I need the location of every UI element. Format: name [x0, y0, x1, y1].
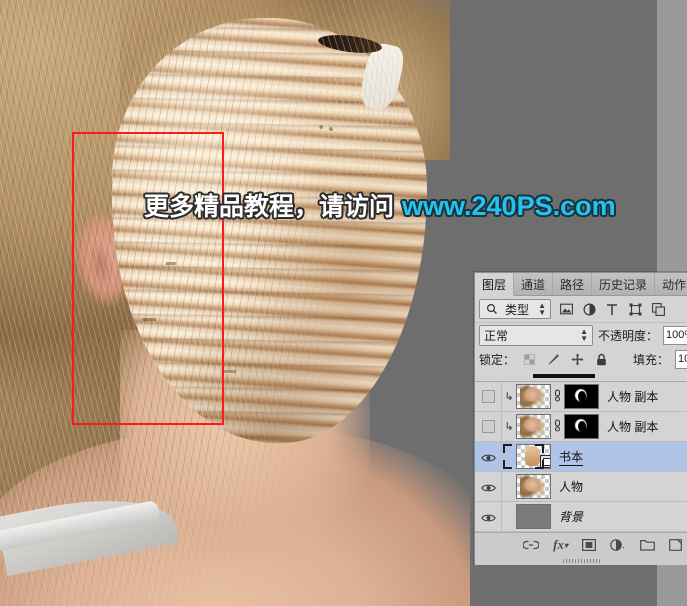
new-group-icon[interactable]	[640, 539, 655, 551]
visibility-cell[interactable]	[475, 382, 502, 411]
layer-name[interactable]: 背景	[559, 508, 583, 525]
eye-on-icon[interactable]	[480, 452, 496, 462]
table-row[interactable]: ↳ 人物 副本	[475, 412, 687, 442]
thumbnail-content	[520, 475, 544, 498]
brush-lock-icon[interactable]	[545, 352, 561, 368]
visibility-cell[interactable]	[475, 412, 502, 441]
panel-resize-grip[interactable]	[475, 557, 687, 565]
thumbnail-content	[520, 385, 544, 408]
layer-thumbnail[interactable]	[516, 444, 551, 469]
image-icon[interactable]	[558, 301, 574, 317]
layer-thumbnail[interactable]	[516, 474, 551, 499]
mask-hole	[578, 421, 586, 432]
link-icon[interactable]	[551, 388, 564, 405]
search-icon	[484, 301, 500, 317]
watermark-chinese-text: 更多精品教程，请访问	[144, 193, 395, 221]
new-layer-icon[interactable]	[669, 539, 682, 551]
tab-history[interactable]: 历史记录	[592, 273, 656, 295]
add-mask-icon[interactable]	[582, 539, 596, 551]
watermark-url: www.240PS.com	[402, 191, 616, 221]
layer-list: ↳ 人物 副本 ↳ 人物 副本 书本 人物 背景	[475, 382, 687, 532]
fx-label: fx	[553, 537, 564, 552]
fill-input[interactable]: 100%	[675, 350, 687, 369]
watermark: 更多精品教程，请访问 www.240PS.com	[144, 193, 616, 220]
tab-channels[interactable]: 通道	[514, 273, 554, 295]
layers-panel: 图层 通道 路径 历史记录 动作 类型 ▲ ▼ 正常 ▲ ▼ 不透明度： 100…	[474, 272, 687, 565]
all-lock-icon[interactable]	[593, 352, 609, 368]
mask-hole	[578, 391, 586, 402]
panel-separator[interactable]	[475, 372, 687, 382]
eye-off-icon[interactable]	[481, 420, 495, 433]
shape-icon[interactable]	[627, 301, 643, 317]
eye-on-icon[interactable]	[480, 512, 496, 522]
fill-label: 填充：	[633, 353, 670, 367]
layer-thumbnail[interactable]	[516, 384, 551, 409]
layer-mask-thumbnail[interactable]	[564, 414, 599, 439]
document-canvas[interactable]	[0, 0, 470, 606]
layer-thumbnail[interactable]	[516, 504, 551, 529]
eye-on-icon[interactable]	[480, 482, 496, 492]
link-icon[interactable]	[551, 418, 564, 435]
panel-tab-bar: 图层 通道 路径 历史记录 动作	[475, 273, 687, 296]
thumbnail-content	[517, 505, 550, 528]
smart-object-badge	[540, 455, 550, 468]
filter-type-dropdown[interactable]: 类型 ▲ ▼	[479, 299, 551, 319]
transparency-lock-icon[interactable]	[521, 352, 537, 368]
table-row[interactable]: 人物	[475, 472, 687, 502]
chevron-updown-icon[interactable]: ▲ ▼	[538, 302, 546, 317]
table-row[interactable]: ↳ 人物 副本	[475, 382, 687, 412]
visibility-cell[interactable]	[475, 472, 502, 501]
fx-icon[interactable]: fx ▾	[553, 537, 568, 553]
chevron-updown-icon[interactable]: ▲ ▼	[580, 328, 588, 343]
tab-layers[interactable]: 图层	[475, 273, 515, 296]
blend-mode-dropdown[interactable]: 正常 ▲ ▼	[479, 324, 593, 346]
tab-paths[interactable]: 路径	[553, 273, 593, 295]
visibility-cell[interactable]	[475, 502, 502, 531]
visibility-cell[interactable]	[475, 442, 502, 471]
table-row[interactable]: 书本	[475, 442, 687, 472]
table-row[interactable]: 背景	[475, 502, 687, 532]
type-icon[interactable]	[604, 301, 620, 317]
adjustment-icon[interactable]	[581, 301, 597, 317]
move-lock-icon[interactable]	[569, 352, 585, 368]
smart-object-icon[interactable]	[650, 301, 666, 317]
eye-off-icon[interactable]	[481, 390, 495, 403]
thumbnail-content	[520, 415, 544, 438]
clipping-mask-icon: ↳	[504, 391, 514, 403]
lock-icon-group	[521, 352, 609, 368]
filter-type-label: 类型	[505, 302, 530, 317]
lock-row: 锁定： 填充： 100%	[475, 347, 687, 372]
layer-name[interactable]: 人物 副本	[607, 418, 658, 435]
layer-name[interactable]: 人物	[559, 478, 583, 495]
opacity-label: 不透明度：	[598, 328, 659, 343]
adjustment-layer-icon[interactable]	[610, 539, 626, 551]
lock-label: 锁定：	[479, 353, 516, 367]
layers-panel-toolbar: fx ▾	[475, 532, 687, 557]
thumbnail-content	[525, 446, 540, 466]
layer-name[interactable]: 书本	[559, 448, 584, 466]
tab-actions[interactable]: 动作	[655, 273, 687, 295]
layer-name[interactable]: 人物 副本	[607, 388, 658, 405]
clipping-mask-icon: ↳	[504, 421, 514, 433]
layer-mask-thumbnail[interactable]	[564, 384, 599, 409]
selection-rectangle	[72, 132, 224, 425]
layer-thumbnail[interactable]	[516, 414, 551, 439]
photoshop-window: 更多精品教程，请访问 www.240PS.com 图层 通道 路径 历史记录 动作…	[0, 0, 687, 606]
blend-mode-row: 正常 ▲▼ 不透明度： 100%	[475, 323, 687, 347]
layer-filter-row: 类型 ▲ ▼	[475, 296, 687, 323]
blend-mode-value: 正常	[484, 328, 509, 343]
opacity-input[interactable]: 100%	[663, 325, 687, 345]
link-icon[interactable]	[523, 540, 540, 550]
